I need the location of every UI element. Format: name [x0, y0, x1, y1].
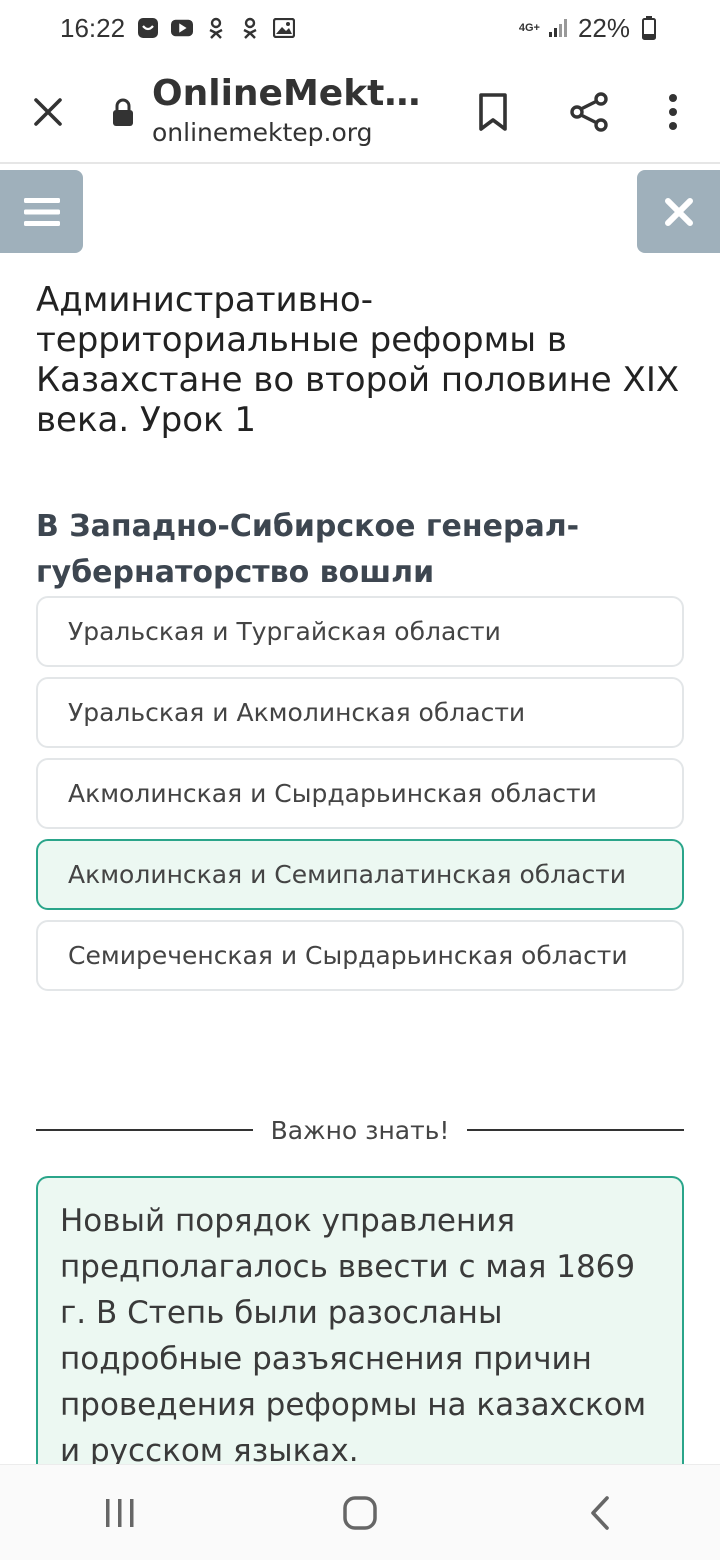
more-options-button[interactable] [650, 84, 696, 140]
back-button[interactable] [560, 1483, 640, 1543]
answer-option[interactable]: Акмолинская и Сырдарьинская области [36, 758, 684, 829]
close-icon [664, 197, 693, 226]
menu-button[interactable] [0, 170, 83, 253]
answer-option[interactable]: Семиреченская и Сырдарьинская области [36, 920, 684, 991]
close-tab-button[interactable] [20, 84, 76, 140]
home-icon [343, 1495, 377, 1530]
recent-apps-button[interactable] [80, 1483, 160, 1543]
gallery-icon [273, 17, 296, 39]
odnoklassniki-icon [205, 17, 227, 39]
odnoklassniki-icon [239, 17, 261, 39]
question-text: В Западно-Сибирское генерал-губернаторст… [36, 509, 580, 590]
battery-icon [638, 16, 660, 40]
lock-icon [110, 96, 136, 128]
status-bar: 16:22 4G+ 22% [0, 0, 720, 56]
signal-icon [548, 17, 570, 39]
youtube-icon [171, 17, 194, 39]
network-type: 4G+ [518, 21, 540, 34]
status-left: 16:22 [60, 12, 296, 44]
clock: 16:22 [60, 12, 126, 43]
recent-apps-icon [106, 1498, 134, 1527]
important-divider: Важно знать! [36, 1110, 685, 1150]
home-button[interactable] [320, 1483, 400, 1543]
lesson-title: Административно-территориальные реформы … [36, 280, 680, 440]
bookmark-icon [479, 93, 507, 131]
close-lesson-button[interactable] [637, 170, 720, 253]
system-nav-bar [0, 1464, 720, 1560]
address-bar[interactable]: OnlineMekte… onlinemektep.org [152, 70, 442, 148]
bookmark-button[interactable] [468, 84, 518, 140]
site-title: OnlineMekte… [152, 73, 442, 114]
browser-toolbar: OnlineMekte… onlinemektep.org [0, 56, 720, 164]
status-right: 4G+ 22% [519, 13, 660, 44]
important-heading: Важно знать! [270, 1115, 450, 1145]
messenger-icon [137, 17, 159, 39]
share-icon [570, 92, 608, 132]
hamburger-icon [23, 197, 60, 226]
site-url: onlinemektep.org [152, 118, 373, 147]
more-vert-icon [669, 94, 677, 130]
answer-option[interactable]: Акмолинская и Семипалатинская области [36, 839, 684, 910]
answer-option[interactable]: Уральская и Тургайская области [36, 596, 684, 667]
close-icon [34, 98, 62, 126]
answer-options: Уральская и Тургайская области Уральская… [36, 596, 684, 1001]
battery-percent: 22% [577, 12, 630, 43]
answer-option[interactable]: Уральская и Акмолинская области [36, 677, 684, 748]
divider-line [36, 1129, 253, 1131]
divider-line [467, 1129, 685, 1131]
info-box: Новый порядок управления предполагалось … [36, 1176, 684, 1476]
share-button[interactable] [562, 84, 616, 140]
back-icon [591, 1495, 609, 1530]
